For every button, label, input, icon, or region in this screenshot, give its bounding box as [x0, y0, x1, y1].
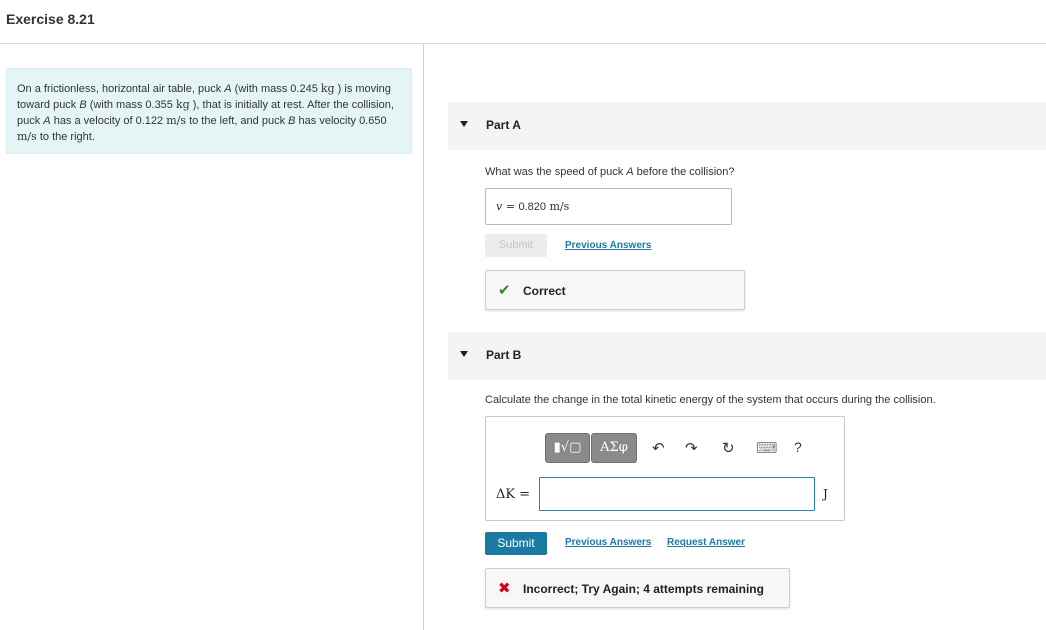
part-a-submit-button: Submit	[485, 234, 547, 257]
part-b-question: Calculate the change in the total kineti…	[485, 394, 936, 406]
help-icon[interactable]: ?	[794, 439, 802, 455]
part-b-previous-answers-link[interactable]: Previous Answers	[565, 537, 651, 548]
part-a-question: What was the speed of puck A before the …	[485, 166, 735, 178]
problem-statement: On a frictionless, horizontal air table,…	[6, 68, 412, 154]
symbols-button[interactable]: ΑΣφ	[591, 433, 637, 463]
part-a-answer-display: v = 0.820 m/s	[485, 188, 732, 225]
part-a-answer-text: v = 0.820 m/s	[496, 200, 570, 213]
collapse-triangle-icon[interactable]	[460, 351, 468, 357]
page-title: Exercise 8.21	[6, 11, 95, 27]
redo-icon[interactable]: ↷	[685, 439, 698, 457]
part-a-feedback-text: Correct	[523, 284, 566, 298]
x-mark-icon: ✖	[498, 580, 511, 597]
page-header: Exercise 8.21	[0, 0, 1046, 44]
checkmark-icon: ✔	[498, 282, 511, 299]
part-b-feedback-text: Incorrect; Try Again; 4 attempts remaini…	[523, 582, 764, 596]
reset-icon[interactable]: ↻	[722, 439, 735, 457]
part-b-feedback: ✖ Incorrect; Try Again; 4 attempts remai…	[485, 568, 790, 608]
part-a-feedback: ✔ Correct	[485, 270, 745, 310]
part-a-label: Part A	[486, 118, 521, 132]
part-b-header[interactable]: Part B	[448, 332, 1046, 380]
keyboard-icon[interactable]: ⌨	[756, 439, 778, 457]
part-a-previous-answers-link[interactable]: Previous Answers	[565, 240, 651, 251]
part-b-submit-button[interactable]: Submit	[485, 532, 547, 555]
unit-label: J	[823, 487, 828, 501]
templates-button[interactable]: ▮√▢	[545, 433, 590, 463]
symbols-icon: ΑΣφ	[600, 440, 628, 455]
math-answer-editor: ▮√▢ ΑΣφ ↶ ↷ ↻ ⌨ ? ΔK = J	[485, 416, 845, 521]
delta-k-input[interactable]	[539, 477, 815, 511]
part-a-header[interactable]: Part A	[448, 102, 1046, 150]
part-b-label: Part B	[486, 348, 522, 362]
templates-icon: ▮√▢	[553, 440, 582, 455]
delta-k-label: ΔK =	[496, 487, 531, 502]
problem-panel: On a frictionless, horizontal air table,…	[0, 44, 424, 630]
collapse-triangle-icon[interactable]	[460, 121, 468, 127]
undo-icon[interactable]: ↶	[652, 439, 665, 457]
request-answer-link[interactable]: Request Answer	[667, 537, 745, 548]
